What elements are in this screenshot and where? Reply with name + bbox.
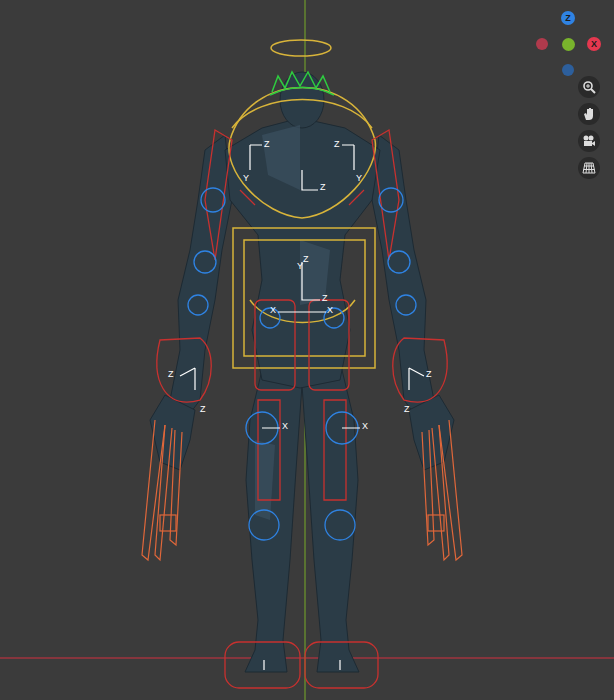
bone-axis-label: Z — [404, 405, 410, 414]
bone-axis-label: X — [282, 422, 288, 431]
zoom-icon[interactable] — [578, 76, 600, 98]
bone-axis-label: Z — [303, 255, 309, 264]
bone-axis-label: Z — [426, 370, 432, 379]
bone-axis-label: Z — [200, 405, 206, 414]
3d-viewport[interactable]: ZZYYZZXXZZZZXXYZ ZX — [0, 0, 614, 700]
bone-axis-label: Y — [356, 174, 362, 183]
bone-label-layer: ZZYYZZXXZZZZXXYZ — [0, 0, 614, 700]
grid-icon[interactable] — [578, 157, 600, 179]
y-axis-icon[interactable] — [562, 38, 575, 51]
bone-axis-label: Y — [243, 174, 249, 183]
gizmo-axis[interactable]: X — [587, 37, 601, 51]
axis-label: Z — [565, 14, 571, 23]
negative-z-axis-icon[interactable] — [562, 64, 574, 76]
bone-axis-label: Y — [297, 262, 303, 271]
bone-axis-label: X — [327, 306, 333, 315]
bone-axis-label: Z — [168, 370, 174, 379]
bone-axis-label: Z — [322, 294, 328, 303]
gizmo-axis[interactable]: Z — [561, 11, 575, 25]
axis-label: X — [591, 40, 597, 49]
bone-axis-label: X — [270, 306, 276, 315]
bone-axis-label: Z — [264, 140, 270, 149]
bone-axis-label: Z — [320, 183, 326, 192]
bone-axis-label: Z — [334, 140, 340, 149]
rig-figure-icon — [0, 0, 614, 700]
navigation-gizmo[interactable]: ZX — [530, 6, 610, 86]
camera-icon[interactable] — [578, 130, 600, 152]
hand-pan-icon[interactable] — [578, 103, 600, 125]
viewport-tools — [578, 76, 600, 179]
bone-axis-label: X — [362, 422, 368, 431]
negative-x-axis-icon[interactable] — [536, 38, 548, 50]
